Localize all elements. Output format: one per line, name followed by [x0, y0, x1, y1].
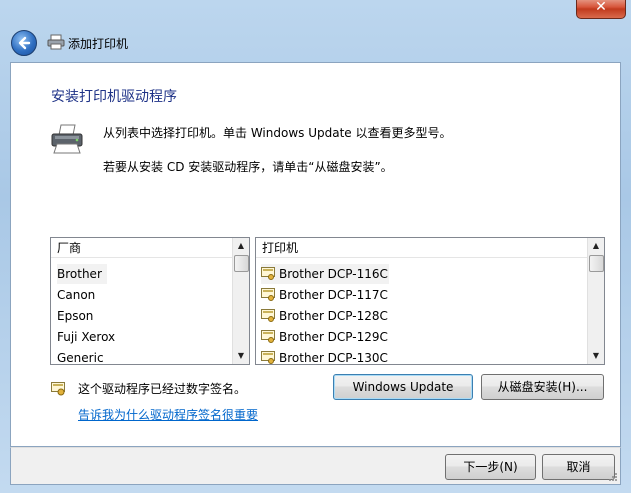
window-title: 添加打印机 — [68, 37, 129, 51]
signed-driver-icon — [261, 330, 275, 343]
signed-driver-icon — [261, 267, 275, 280]
list-item[interactable]: Epson — [57, 306, 93, 326]
close-button[interactable]: ✕ — [576, 0, 626, 19]
signature-info-link[interactable]: 告诉我为什么驱动程序签名很重要 — [78, 406, 258, 423]
scroll-up-icon[interactable]: ▲ — [233, 238, 249, 254]
instruction-text: 从列表中选择打印机。单击 Windows Update 以查看更多型号。 — [103, 126, 452, 140]
printer-icon — [47, 34, 65, 50]
cancel-button[interactable]: 取消 — [542, 454, 615, 480]
signed-driver-icon — [261, 309, 275, 322]
list-item[interactable]: Brother DCP-130C — [261, 348, 388, 365]
printer-icon — [51, 124, 83, 154]
back-button[interactable] — [11, 30, 37, 56]
manufacturer-scrollbar[interactable]: ▲ ▼ — [232, 238, 249, 364]
scrollbar-thumb[interactable] — [589, 255, 604, 272]
page-heading: 安装打印机驱动程序 — [51, 89, 177, 105]
printer-list[interactable]: 打印机 Brother DCP-116C Brother DCP-117C Br… — [255, 237, 605, 365]
printer-model-label: Brother DCP-117C — [279, 288, 388, 302]
have-disk-button[interactable]: 从磁盘安装(H)... — [481, 374, 604, 400]
list-item[interactable]: Canon — [57, 285, 95, 305]
signature-status: 这个驱动程序已经过数字签名。 — [78, 382, 247, 396]
printer-list-header: 打印机 — [256, 238, 588, 258]
back-arrow-icon — [18, 36, 31, 50]
scroll-up-icon[interactable]: ▲ — [588, 238, 604, 254]
list-item[interactable]: Brother DCP-128C — [261, 306, 388, 326]
scroll-down-icon[interactable]: ▼ — [588, 348, 604, 364]
signed-driver-icon — [51, 382, 65, 396]
list-item[interactable]: Brother DCP-116C — [261, 264, 389, 284]
title-bar: ✕ 添加打印机 — [0, 0, 631, 62]
next-button[interactable]: 下一步(N) — [445, 454, 536, 480]
printer-model-label: Brother DCP-130C — [279, 351, 388, 365]
manufacturer-list[interactable]: 厂商 Brother Canon Epson Fuji Xerox Generi… — [50, 237, 250, 365]
list-item[interactable]: Fuji Xerox — [57, 327, 115, 347]
list-item[interactable]: Brother DCP-129C — [261, 327, 388, 347]
resize-grip-icon[interactable] — [608, 472, 618, 482]
close-icon: ✕ — [595, 0, 607, 15]
content-panel: 安装打印机驱动程序 从列表中选择打印机。单击 Windows Update 以查… — [10, 62, 621, 447]
signed-driver-icon — [261, 288, 275, 301]
scrollbar-thumb[interactable] — [234, 255, 249, 272]
printer-model-label: Brother DCP-129C — [279, 330, 388, 344]
list-item[interactable]: Generic — [57, 348, 104, 364]
printer-model-label: Brother DCP-116C — [279, 267, 388, 281]
printer-model-label: Brother DCP-128C — [279, 309, 388, 323]
manufacturer-list-header: 厂商 — [51, 238, 233, 258]
dialog-window: ✕ 添加打印机 安装打印机驱动程序 从列表中选择打印机。单击 Windows U… — [0, 0, 631, 493]
instruction-text-cd: 若要从安装 CD 安装驱动程序，请单击“从磁盘安装”。 — [103, 160, 393, 174]
footer-bar: 下一步(N) 取消 — [10, 447, 621, 485]
signed-driver-icon — [261, 351, 275, 364]
list-item[interactable]: Brother DCP-117C — [261, 285, 388, 305]
windows-update-button[interactable]: Windows Update — [333, 374, 473, 400]
printer-scrollbar[interactable]: ▲ ▼ — [587, 238, 604, 364]
scroll-down-icon[interactable]: ▼ — [233, 348, 249, 364]
list-item[interactable]: Brother — [57, 264, 107, 284]
